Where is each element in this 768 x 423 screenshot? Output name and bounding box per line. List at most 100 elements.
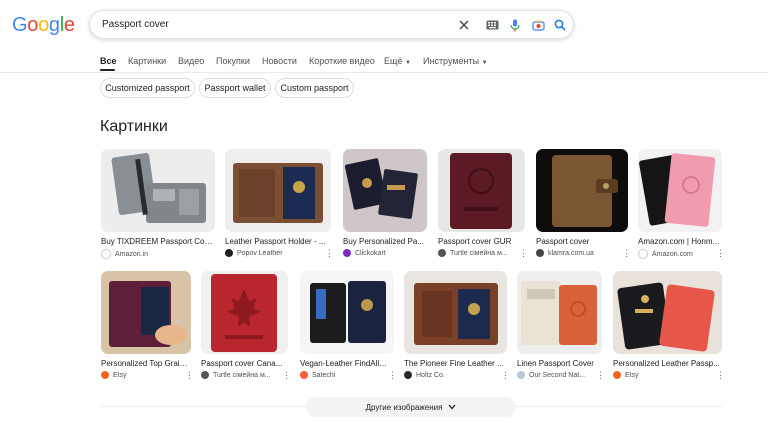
search-box[interactable]: Passport cover — [89, 10, 574, 39]
image-thumbnail[interactable] — [404, 271, 507, 354]
image-title[interactable]: Leather Passport Holder - ... — [225, 237, 329, 246]
image-thumbnail[interactable] — [343, 149, 427, 232]
tab-more-label: Ещё — [384, 56, 403, 66]
more-options-icon[interactable]: ⋮ — [716, 249, 725, 258]
image-thumbnail[interactable] — [101, 149, 215, 232]
microphone-icon[interactable] — [507, 17, 523, 33]
image-title[interactable]: Buy TIXDREEM Passport Cov... — [101, 237, 213, 246]
image-title[interactable]: Vegan-Leather FindAll™... — [300, 359, 392, 368]
image-source: Amazon.in — [101, 249, 211, 259]
image-title[interactable]: Buy Personalized Pa... — [343, 237, 425, 246]
google-logo[interactable]: Google — [12, 14, 75, 37]
tab-all[interactable]: Все — [100, 56, 117, 66]
image-source-label: Satechi — [312, 371, 336, 379]
etsy-icon — [613, 371, 621, 379]
more-options-icon[interactable]: ⋮ — [185, 371, 194, 380]
image-result[interactable]: Personalized Leather Passp... Etsy ⋮ — [613, 271, 725, 383]
more-options-icon[interactable]: ⋮ — [325, 249, 334, 258]
image-title[interactable]: Passport cover GUR — [438, 237, 523, 246]
image-source-label: Popov Leather — [237, 249, 283, 257]
image-source-label: Holtz Co. — [416, 371, 445, 379]
image-source-label: Turtle сімейна м... — [213, 371, 271, 379]
image-result[interactable]: Buy TIXDREEM Passport Cov... Amazon.in — [101, 149, 215, 261]
image-thumbnail[interactable] — [638, 149, 722, 232]
image-source: Holtz Co. — [404, 371, 494, 379]
satechi-icon — [300, 371, 308, 379]
image-result[interactable]: Passport cover GUR Turtle сімейна м... ⋮ — [438, 149, 528, 261]
image-thumbnail[interactable] — [101, 271, 191, 354]
tab-news[interactable]: Новости — [262, 56, 297, 66]
klamra-icon — [536, 249, 544, 257]
image-thumbnail[interactable] — [300, 271, 394, 354]
image-title[interactable]: Passport cover Cana... — [201, 359, 286, 368]
tab-images[interactable]: Картинки — [128, 56, 166, 66]
keyboard-icon[interactable] — [484, 17, 500, 33]
lens-icon[interactable] — [530, 17, 546, 33]
more-options-icon[interactable]: ⋮ — [282, 371, 291, 380]
image-source: Our Second Nat... — [517, 371, 593, 379]
image-source-label: Etsy — [625, 371, 639, 379]
tab-short-videos[interactable]: Короткие видео — [309, 56, 375, 66]
active-tab-indicator — [100, 69, 115, 71]
images-section-title: Картинки — [100, 118, 168, 135]
more-images-button[interactable]: Другие изображения — [306, 397, 516, 417]
amazon-icon — [101, 249, 111, 259]
image-source-label: Amazon.com — [652, 250, 693, 258]
tab-shopping[interactable]: Покупки — [216, 56, 250, 66]
image-source-label: Etsy — [113, 371, 127, 379]
image-title[interactable]: Personalized Top Grain... — [101, 359, 189, 368]
image-result[interactable]: Amazon.com | Honm... Amazon.com ⋮ — [638, 149, 725, 261]
image-result[interactable]: The Pioneer Fine Leather ... Holtz Co. ⋮ — [404, 271, 510, 383]
etsy-icon — [101, 371, 109, 379]
turtle-icon — [438, 249, 446, 257]
image-source: klamra.com.ua — [536, 249, 620, 257]
image-source: Amazon.com — [638, 249, 714, 259]
image-title[interactable]: Amazon.com | Honm... — [638, 237, 720, 246]
image-source: Etsy — [101, 371, 181, 379]
image-title[interactable]: The Pioneer Fine Leather ... — [404, 359, 505, 368]
image-source-label: Our Second Nat... — [529, 371, 586, 379]
image-title[interactable]: Passport cover — [536, 237, 626, 246]
chevron-down-icon: ▼ — [481, 60, 488, 66]
popov-icon — [225, 249, 233, 257]
image-thumbnail[interactable] — [536, 149, 628, 232]
image-thumbnail[interactable] — [201, 271, 288, 354]
image-result[interactable]: Leather Passport Holder - ... Popov Leat… — [225, 149, 334, 261]
clear-icon[interactable] — [456, 17, 472, 33]
chip-customized-passport[interactable]: Customized passport — [100, 78, 195, 98]
image-result[interactable]: Personalized Top Grain... Etsy ⋮ — [101, 271, 194, 383]
more-options-icon[interactable]: ⋮ — [622, 249, 631, 258]
holtz-icon — [404, 371, 412, 379]
more-options-icon[interactable]: ⋮ — [596, 371, 605, 380]
tab-tools[interactable]: Инструменты ▼ — [423, 56, 488, 66]
chip-custom-passport[interactable]: Custom passport — [275, 78, 354, 98]
image-source: Turtle сімейна м... — [438, 249, 518, 257]
more-options-icon[interactable]: ⋮ — [519, 249, 528, 258]
image-title[interactable]: Personalized Leather Passp... — [613, 359, 720, 368]
tab-video[interactable]: Видео — [178, 56, 204, 66]
chevron-down-icon — [448, 404, 456, 410]
image-thumbnail[interactable] — [517, 271, 602, 354]
image-thumbnail[interactable] — [225, 149, 331, 232]
image-source-label: Turtle сімейна м... — [450, 249, 508, 257]
image-source-label: Clickokart — [355, 249, 386, 257]
image-title[interactable]: Linen Passport Cover — [517, 359, 600, 368]
more-options-icon[interactable]: ⋮ — [388, 371, 397, 380]
image-source: Popov Leather — [225, 249, 325, 257]
image-result[interactable]: Linen Passport Cover Our Second Nat... ⋮ — [517, 271, 605, 383]
more-options-icon[interactable]: ⋮ — [501, 371, 510, 380]
turtle-icon — [201, 371, 209, 379]
search-icon[interactable] — [552, 17, 568, 33]
chip-passport-wallet[interactable]: Passport wallet — [199, 78, 271, 98]
image-result[interactable]: Passport cover klamra.com.ua ⋮ — [536, 149, 631, 261]
image-thumbnail[interactable] — [613, 271, 722, 354]
image-source: Clickokart — [343, 249, 423, 257]
search-input[interactable]: Passport cover — [102, 19, 169, 30]
image-thumbnail[interactable] — [438, 149, 525, 232]
tab-more[interactable]: Ещё ▼ — [384, 56, 411, 66]
image-result[interactable]: Buy Personalized Pa... Clickokart — [343, 149, 427, 261]
more-options-icon[interactable]: ⋮ — [716, 371, 725, 380]
amazon-icon — [638, 249, 648, 259]
image-result[interactable]: Vegan-Leather FindAll™... Satechi ⋮ — [300, 271, 397, 383]
image-result[interactable]: Passport cover Cana... Turtle сімейна м.… — [201, 271, 291, 383]
